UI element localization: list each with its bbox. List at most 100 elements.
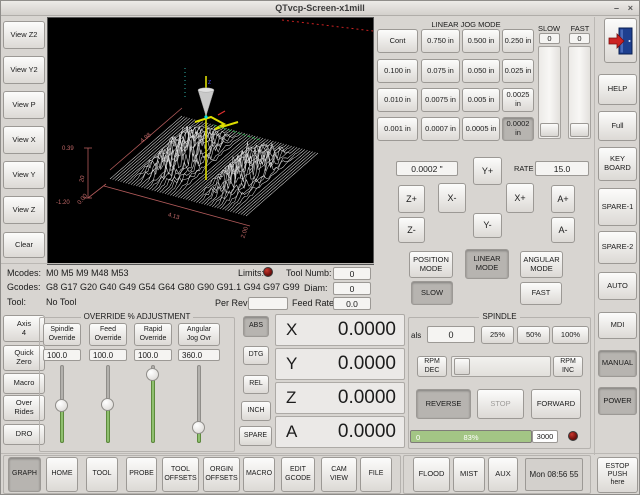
angular-jog-override-button[interactable]: Angular Jog Ovr: [178, 323, 220, 346]
power-button[interactable]: POWER: [598, 387, 637, 415]
feed-override-button[interactable]: Feed Override: [89, 323, 127, 346]
jog-increment-0500[interactable]: 0.500 in: [462, 29, 500, 53]
feed-override-slider[interactable]: [101, 365, 115, 443]
linear-mode-button[interactable]: LINEAR MODE: [465, 249, 509, 279]
jog-increment-0005[interactable]: 0.005 in: [462, 88, 500, 112]
spare-1-button[interactable]: SPARE-1: [598, 188, 637, 226]
spindle-forward-button[interactable]: FORWARD: [531, 389, 581, 419]
spindle-override-slider[interactable]: [55, 365, 69, 443]
tab-origin-offsets[interactable]: ORGIN OFFSETS: [203, 457, 240, 492]
view-x-button[interactable]: View X: [3, 126, 45, 154]
exit-button[interactable]: [604, 18, 637, 63]
aux-button[interactable]: AUX: [488, 457, 518, 492]
mist-button[interactable]: MIST: [453, 457, 485, 492]
slow-spinbox[interactable]: 0: [539, 33, 560, 44]
jog-increment-0001[interactable]: 0.001 in: [377, 117, 418, 141]
rpm-increase-button[interactable]: RPM INC: [553, 356, 583, 377]
minimize-icon[interactable]: –: [614, 1, 619, 15]
dro-mode-rel-button[interactable]: REL: [243, 375, 269, 394]
help-button[interactable]: HELP: [598, 74, 637, 105]
slow-speed-button[interactable]: SLOW: [411, 281, 453, 305]
dro-mode-abs-button[interactable]: ABS: [243, 316, 269, 337]
spindle-rpm-slider-handle[interactable]: [454, 358, 470, 375]
jog-z-minus-button[interactable]: Z-: [398, 217, 425, 243]
jog-increment-00025[interactable]: 0.0025 in: [502, 88, 534, 112]
jog-y-plus-button[interactable]: Y+: [473, 157, 502, 185]
estop-button[interactable]: ESTOP PUSH here: [597, 457, 638, 493]
feed-override-slider-handle[interactable]: [101, 398, 114, 411]
rapid-override-slider-handle[interactable]: [146, 368, 159, 381]
view-y-button[interactable]: View Y: [3, 161, 45, 189]
dro-mode-spare-button[interactable]: SPARE: [239, 426, 272, 446]
spindle-reverse-button[interactable]: REVERSE: [416, 389, 471, 419]
dro-x-value: 0.0000: [338, 319, 396, 341]
jog-increment-cont[interactable]: Cont: [377, 29, 418, 53]
jog-increment-0075[interactable]: 0.075 in: [421, 59, 460, 83]
tab-graph[interactable]: GRAPH: [8, 457, 41, 492]
jog-a-plus-button[interactable]: A+: [551, 185, 575, 213]
slow-slider[interactable]: [538, 46, 561, 139]
spare-2-button[interactable]: SPARE-2: [598, 231, 637, 264]
spindle-100-percent-button[interactable]: 100%: [552, 326, 589, 344]
title-bar[interactable]: QTvcp-Screen-x1mill – ×: [1, 1, 639, 16]
jog-increment-0010[interactable]: 0.010 in: [377, 88, 418, 112]
keyboard-button[interactable]: KEY BOARD: [598, 147, 637, 181]
jog-increment-00075[interactable]: 0.0075 in: [421, 88, 460, 112]
tab-macro-bottom[interactable]: MACRO: [243, 457, 275, 492]
mdi-mode-button[interactable]: MDI: [598, 312, 637, 339]
tab-probe[interactable]: PROBE: [126, 457, 157, 492]
jog-increment-00007[interactable]: 0.0007 in: [421, 117, 460, 141]
rapid-override-slider[interactable]: [146, 365, 160, 443]
jog-increment-00005[interactable]: 0.0005 in: [462, 117, 500, 141]
rapid-override-button[interactable]: Rapid Override: [134, 323, 172, 346]
view-z-button[interactable]: View Z: [3, 196, 45, 224]
auto-mode-button[interactable]: AUTO: [598, 272, 637, 300]
jog-increment-00002[interactable]: 0.0002 in: [502, 117, 534, 141]
clear-button[interactable]: Clear: [3, 232, 45, 258]
tab-file[interactable]: FILE: [360, 457, 392, 492]
jog-x-plus-button[interactable]: X+: [506, 183, 534, 213]
fast-speed-button[interactable]: FAST: [520, 282, 562, 305]
tab-tool[interactable]: TOOL: [86, 457, 118, 492]
tab-tool-offsets[interactable]: TOOL OFFSETS: [162, 457, 199, 492]
manual-mode-button[interactable]: MANUAL: [598, 350, 637, 377]
fast-spinbox[interactable]: 0: [569, 33, 590, 44]
spindle-stop-button[interactable]: STOP: [477, 389, 524, 419]
dro-mode-dtg-button[interactable]: DTG: [243, 346, 269, 365]
tab-cam-view[interactable]: CAM VIEW: [321, 457, 357, 492]
tab-edit-gcode[interactable]: EDIT GCODE: [281, 457, 315, 492]
spindle-override-button[interactable]: Spindle Override: [43, 323, 81, 346]
jog-increment-0100[interactable]: 0.100 in: [377, 59, 418, 83]
view-p-button[interactable]: View P: [3, 91, 45, 119]
close-icon[interactable]: ×: [628, 1, 633, 15]
spindle-50-percent-button[interactable]: 50%: [517, 326, 550, 344]
jog-increment-0250[interactable]: 0.250 in: [502, 29, 534, 53]
jog-increment-0050[interactable]: 0.050 in: [462, 59, 500, 83]
view-y2-button[interactable]: View Y2: [3, 56, 45, 84]
rpm-decrease-button[interactable]: RPM DEC: [417, 356, 447, 377]
jog-z-plus-button[interactable]: Z+: [398, 185, 425, 213]
angular-jog-override-slider[interactable]: [192, 365, 206, 443]
gcode-preview[interactable]: 0.39 20 -1.20 0.00 4.98 4.13 2.00 Z: [47, 17, 374, 265]
jog-a-minus-button[interactable]: A-: [551, 217, 575, 243]
fast-slider-handle[interactable]: [570, 123, 589, 137]
jog-increment-0750[interactable]: 0.750 in: [421, 29, 460, 53]
angular-mode-button[interactable]: ANGULAR MODE: [520, 251, 563, 278]
spindle-override-slider-handle[interactable]: [55, 399, 68, 412]
full-button[interactable]: Full: [598, 111, 637, 141]
fast-slider[interactable]: [568, 46, 591, 139]
dro-mode-inch-button[interactable]: INCH: [241, 401, 271, 421]
jog-increment-0025[interactable]: 0.025 in: [502, 59, 534, 83]
angular-jog-override-slider-handle[interactable]: [192, 421, 205, 434]
gcodes-value: G8 G17 G20 G40 G49 G54 G64 G80 G90 G91.1…: [46, 282, 300, 292]
view-z2-button[interactable]: View Z2: [3, 21, 45, 49]
slow-slider-handle[interactable]: [540, 123, 559, 137]
jog-x-minus-button[interactable]: X-: [438, 183, 466, 213]
spindle-rpm-slider[interactable]: [451, 356, 551, 377]
flood-button[interactable]: FLOOD: [413, 457, 450, 492]
position-mode-button[interactable]: POSITION MODE: [409, 251, 453, 278]
jog-y-minus-button[interactable]: Y-: [473, 213, 502, 238]
tab-home[interactable]: HOME: [46, 457, 78, 492]
spindle-max-rpm-spinbox[interactable]: 3000: [532, 430, 558, 443]
spindle-25-percent-button[interactable]: 25%: [481, 326, 514, 344]
